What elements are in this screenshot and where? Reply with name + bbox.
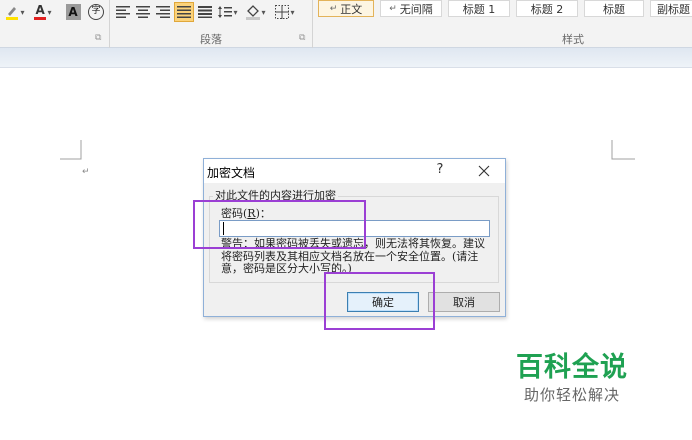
justify-button[interactable] xyxy=(174,2,194,22)
paragraph-mark-icon: ↵ xyxy=(389,3,397,14)
dialog-titlebar[interactable]: 加密文档 ? xyxy=(204,159,505,183)
borders-button[interactable]: ▾ xyxy=(272,2,298,22)
ribbon: ▾ A ▾ A 字 ▾ ▾ ▾ ↵ 正文 ↵ 无间隔 标题 1 标题 2 标题 … xyxy=(0,0,692,48)
line-spacing-button[interactable]: ▾ xyxy=(216,2,240,22)
justify-icon xyxy=(177,6,191,18)
enclose-characters-icon: 字 xyxy=(88,4,104,20)
borders-icon xyxy=(275,5,290,19)
cancel-button[interactable]: 取消 xyxy=(428,292,500,312)
align-center-icon xyxy=(136,6,150,18)
watermark-subtitle: 助你轻松解决 xyxy=(524,386,621,404)
distributed-icon xyxy=(198,6,212,18)
font-color-letter: A xyxy=(35,3,45,17)
align-center-button[interactable] xyxy=(134,2,152,22)
paint-bucket-icon xyxy=(246,5,261,20)
style-subtitle[interactable]: 副标题 xyxy=(650,0,692,17)
close-icon xyxy=(478,165,490,177)
style-label: 标题 2 xyxy=(530,2,564,16)
page-corner-mark-left xyxy=(60,140,82,160)
character-shading-icon: A xyxy=(65,4,81,20)
highlight-box-password xyxy=(193,200,366,249)
dialog-title: 加密文档 xyxy=(207,166,256,180)
enclose-characters-button[interactable]: 字 xyxy=(86,2,106,22)
paragraph-mark-icon: ↵ xyxy=(329,3,338,14)
page-corner-mark-right xyxy=(611,140,635,160)
text-highlight-color-button[interactable]: ▾ xyxy=(2,2,28,22)
watermark-title: 百科全说 xyxy=(516,352,628,383)
paragraph-dialog-launcher-icon[interactable]: ⧉ xyxy=(299,33,305,43)
align-left-icon xyxy=(116,6,130,18)
character-shading-button[interactable]: A xyxy=(64,2,82,22)
font-color-button[interactable]: A ▾ xyxy=(30,2,56,22)
style-label: 标题 xyxy=(603,2,625,16)
ribbon-group-labels: ⧉ 段落 ⧉ 样式 xyxy=(0,29,692,48)
style-no-spacing[interactable]: ↵ 无间隔 xyxy=(380,0,442,17)
styles-group-label: 样式 xyxy=(562,33,584,46)
font-dialog-launcher-icon[interactable]: ⧉ xyxy=(95,33,101,43)
highlighter-icon xyxy=(6,7,19,20)
align-right-button[interactable] xyxy=(154,2,172,22)
ribbon-bottom-bar xyxy=(0,48,692,68)
style-label: 无间隔 xyxy=(399,2,433,16)
font-color-icon: A xyxy=(34,3,47,21)
paragraph-mark-icon: ↵ xyxy=(82,167,90,177)
style-label: 正文 xyxy=(340,2,363,16)
align-left-button[interactable] xyxy=(114,2,132,22)
align-right-icon xyxy=(156,6,170,18)
style-label: 标题 1 xyxy=(462,2,496,16)
close-button[interactable] xyxy=(472,161,496,181)
style-heading-2[interactable]: 标题 2 xyxy=(516,0,578,17)
paragraph-group-label: 段落 xyxy=(200,33,222,46)
shading-button[interactable]: ▾ xyxy=(243,2,269,22)
help-button[interactable]: ? xyxy=(430,162,450,180)
highlight-box-ok xyxy=(324,272,435,330)
line-spacing-icon xyxy=(218,6,233,18)
ribbon-toolbar-row: ▾ A ▾ A 字 ▾ ▾ ▾ ↵ 正文 ↵ 无间隔 标题 1 标题 2 标题 … xyxy=(0,0,692,48)
style-normal[interactable]: ↵ 正文 xyxy=(318,0,374,17)
style-heading-1[interactable]: 标题 1 xyxy=(448,0,510,17)
distributed-button[interactable] xyxy=(196,2,214,22)
style-label: 副标题 xyxy=(657,2,690,16)
style-title[interactable]: 标题 xyxy=(584,0,644,17)
